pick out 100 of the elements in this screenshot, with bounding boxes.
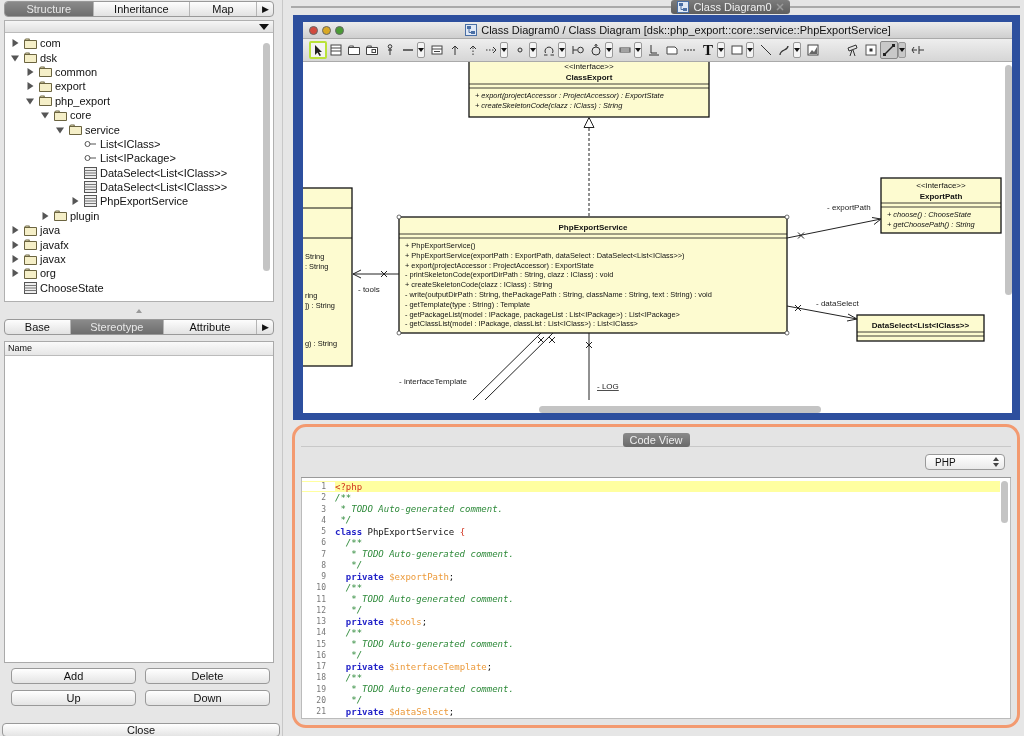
expand-arrow-icon[interactable] (11, 226, 19, 235)
tree-item[interactable]: DataSelect<List<IClass>> (100, 166, 228, 179)
tree-item[interactable]: javax (40, 253, 66, 266)
dropdown-button[interactable] (417, 42, 425, 58)
caret-icon[interactable] (635, 48, 641, 52)
more-tabs-button[interactable]: ▶ (257, 320, 273, 334)
push-button[interactable]: Add (11, 668, 136, 684)
push-button[interactable]: Down (145, 690, 270, 706)
tree-item[interactable]: List<IClass> (100, 137, 161, 150)
tree-item[interactable]: org (40, 267, 56, 280)
tree-item[interactable]: PhpExportService (100, 195, 189, 208)
expand-arrow-icon[interactable] (26, 67, 34, 76)
association-line[interactable] (786, 217, 882, 239)
class-box[interactable] (396, 214, 790, 336)
close-button[interactable] (309, 25, 318, 35)
close-button[interactable]: Close (2, 723, 280, 736)
scrollbar-thumb[interactable] (1001, 481, 1008, 523)
tab[interactable]: Structure (5, 2, 94, 16)
class-box[interactable] (880, 177, 1002, 234)
expand-arrow-icon[interactable] (41, 211, 49, 220)
tree-item[interactable]: php_export (55, 94, 111, 107)
caret-icon[interactable] (418, 48, 424, 52)
caret-icon[interactable] (718, 48, 724, 52)
dropdown-button[interactable] (717, 42, 725, 58)
dropdown-button[interactable] (605, 42, 613, 58)
folder-icon (24, 224, 37, 236)
tree-item[interactable]: javafx (40, 238, 69, 251)
tree-item[interactable]: com (40, 37, 61, 50)
push-button[interactable]: Delete (145, 668, 270, 684)
expand-arrow-icon[interactable] (11, 39, 19, 48)
dropdown-button[interactable] (500, 42, 508, 58)
line-number: 1 (302, 482, 335, 492)
code-line: /** (344, 672, 363, 683)
code-line: * TODO Auto-generated comment. (350, 549, 514, 560)
tree-item[interactable]: plugin (70, 209, 100, 222)
caret-icon[interactable] (501, 48, 507, 52)
tree-item[interactable]: service (85, 123, 120, 136)
language-select[interactable]: PHP (925, 454, 1005, 470)
realization-arrow[interactable] (583, 117, 595, 218)
collapse-arrow-icon[interactable] (41, 111, 49, 120)
dropdown-button[interactable] (898, 42, 906, 58)
collapse-arrow-icon[interactable] (56, 125, 64, 134)
expand-arrow-icon[interactable] (11, 269, 19, 278)
scrollbar-thumb[interactable] (539, 406, 821, 413)
folder-icon (24, 267, 37, 279)
tab[interactable]: Attribute (163, 320, 257, 334)
folder-icon (39, 95, 52, 107)
class-icon (84, 181, 97, 194)
caret-icon[interactable] (747, 48, 753, 52)
scrollbar-thumb[interactable] (1005, 65, 1012, 295)
tree-item[interactable]: ChooseState (40, 281, 104, 294)
code-line: * TODO Auto-generated comment. (350, 594, 514, 605)
editor-tab[interactable]: Class Diagram0 (671, 0, 790, 14)
splitter-handle-icon[interactable] (136, 308, 142, 313)
push-button[interactable]: Up (11, 690, 136, 706)
caret-icon[interactable] (530, 48, 536, 52)
dropdown-button[interactable] (529, 42, 537, 58)
role-label: - tools (358, 285, 380, 294)
column-header[interactable]: Name (5, 342, 273, 355)
tab[interactable]: Inheritance (93, 2, 191, 16)
code-line: /** (344, 537, 363, 548)
tree-item[interactable]: dsk (40, 51, 58, 64)
dropdown-arrow-icon[interactable] (259, 23, 269, 30)
caret-icon[interactable] (899, 48, 905, 52)
class-box[interactable] (303, 187, 353, 367)
caret-icon[interactable] (559, 48, 565, 52)
more-tabs-button[interactable]: ▶ (257, 2, 273, 16)
minimize-button[interactable] (322, 25, 331, 35)
code-line: */ (350, 560, 363, 571)
dropdown-button[interactable] (793, 42, 801, 58)
zoom-button[interactable] (335, 25, 344, 35)
expand-arrow-icon[interactable] (11, 240, 19, 249)
tab[interactable]: Stereotype (70, 320, 164, 334)
association-line[interactable] (472, 332, 556, 400)
tree-item[interactable]: java (40, 224, 61, 237)
collapse-arrow-icon[interactable] (26, 96, 34, 105)
association-line[interactable] (585, 332, 593, 400)
tree-item[interactable]: core (70, 109, 92, 122)
class-box[interactable] (856, 314, 985, 342)
dropdown-button[interactable] (634, 42, 642, 58)
expand-arrow-icon[interactable] (11, 255, 19, 264)
tree-item[interactable]: export (55, 80, 86, 93)
association-line[interactable] (352, 269, 400, 279)
caret-icon[interactable] (794, 48, 800, 52)
tree-item[interactable]: List<IPackage> (100, 152, 176, 165)
caret-icon[interactable] (606, 48, 612, 52)
dropdown-button[interactable] (746, 42, 754, 58)
tree-item[interactable]: common (55, 65, 98, 78)
tree-item[interactable]: DataSelect<List<IClass>> (100, 181, 228, 194)
tab[interactable]: Base (5, 320, 71, 334)
scrollbar-thumb[interactable] (263, 43, 270, 271)
class-box[interactable] (468, 62, 710, 118)
tab[interactable]: Map (190, 2, 257, 16)
association-line[interactable] (786, 304, 858, 322)
code-line: * TODO Auto-generated comment. (350, 684, 514, 695)
expand-arrow-icon[interactable] (71, 197, 79, 206)
text-tool-button[interactable]: T (699, 41, 717, 59)
dropdown-button[interactable] (558, 42, 566, 58)
expand-arrow-icon[interactable] (26, 82, 34, 91)
collapse-arrow-icon[interactable] (11, 53, 19, 62)
